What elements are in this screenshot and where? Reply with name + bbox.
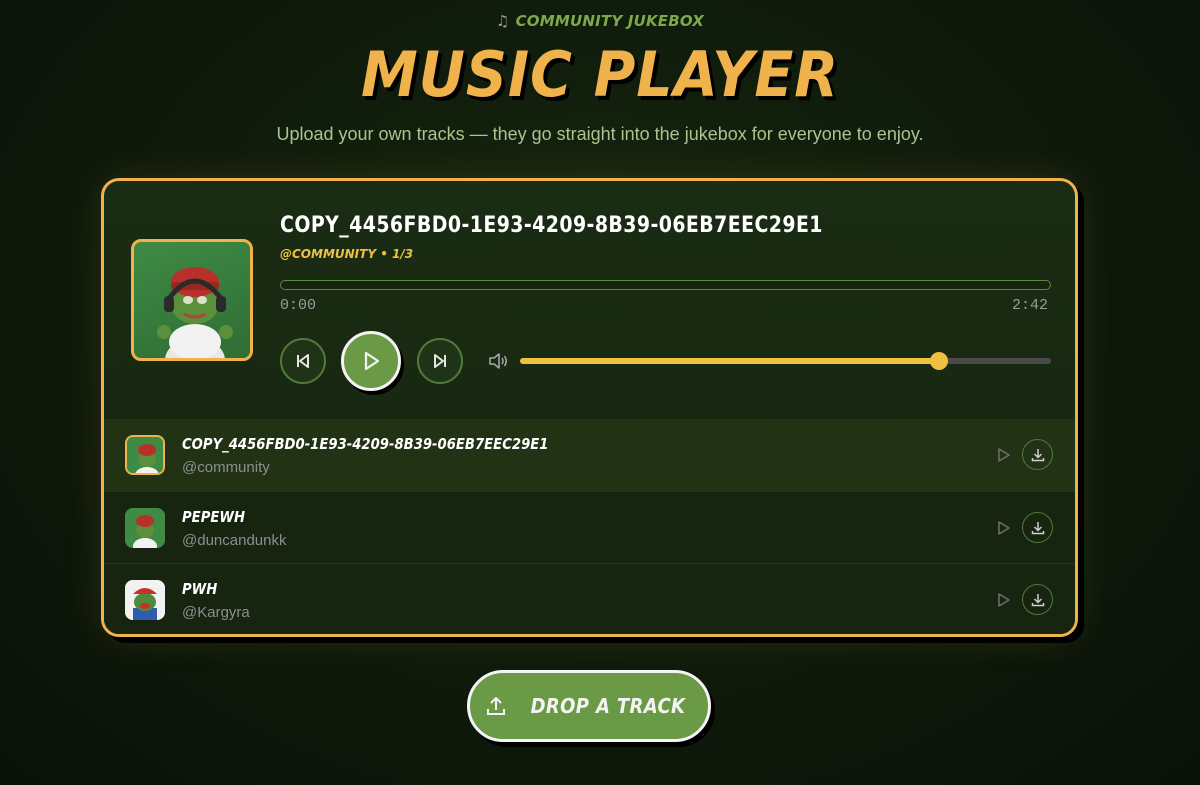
track-artist: @duncandunkk [182,532,287,549]
album-cover-image [131,239,253,361]
volume-knob[interactable] [930,352,949,370]
player-card: COPY_4456FBD0-1E93-4209-8B39-06EB7EEC29E… [101,178,1078,637]
music-note-icon: ♫ [495,12,510,30]
header-kicker: ♫ COMMUNITY JUKEBOX [0,12,1200,30]
page-title: MUSIC PLAYER [360,38,840,111]
volume-icon[interactable] [488,352,510,370]
play-icon [364,351,380,371]
track-title: PWH [182,580,218,598]
track-list: COPY_4456FBD0-1E93-4209-8B39-06EB7EEC29E… [104,419,1075,634]
track-row[interactable]: COPY_4456FBD0-1E93-4209-8B39-06EB7EEC29E… [104,419,1075,491]
row-play-icon[interactable] [997,592,1011,608]
download-button[interactable] [1022,439,1053,470]
next-track-button[interactable] [417,338,463,384]
track-row[interactable]: PWH @Kargyra [104,563,1075,634]
skip-back-icon [297,354,309,368]
volume-fill [520,358,940,364]
track-title: PEPEWH [182,508,246,526]
download-button[interactable] [1022,584,1053,615]
download-icon [1031,593,1044,606]
track-artist: @Kargyra [182,604,250,621]
drop-track-label: DROP A TRACK [530,694,686,718]
progress-bar[interactable] [280,280,1051,290]
download-icon [1031,448,1044,461]
download-icon [1031,521,1044,534]
current-time: 0:00 [280,297,317,314]
track-title: COPY_4456FBD0-1E93-4209-8B39-06EB7EEC29E… [182,435,549,453]
skip-forward-icon [434,354,446,368]
previous-track-button[interactable] [280,338,326,384]
track-row[interactable]: PEPEWH @duncandunkk [104,491,1075,563]
track-thumbnail [125,435,165,475]
now-playing-meta: @COMMUNITY • 1/3 [280,247,414,261]
volume-slider[interactable] [520,352,1051,370]
track-thumbnail [125,508,165,548]
now-playing-panel: COPY_4456FBD0-1E93-4209-8B39-06EB7EEC29E… [104,181,1075,419]
download-button[interactable] [1022,512,1053,543]
track-artist: @community [182,459,270,476]
upload-icon [487,697,506,715]
row-play-icon[interactable] [997,520,1011,536]
row-play-icon[interactable] [997,447,1011,463]
drop-track-button[interactable]: DROP A TRACK [467,670,711,742]
track-thumbnail [125,580,165,620]
total-time: 2:42 [1011,297,1048,314]
play-button[interactable] [341,331,401,391]
kicker-text: COMMUNITY JUKEBOX [515,12,705,30]
now-playing-title: COPY_4456FBD0-1E93-4209-8B39-06EB7EEC29E… [280,213,823,238]
page-subtitle: Upload your own tracks — they go straigh… [276,124,924,144]
